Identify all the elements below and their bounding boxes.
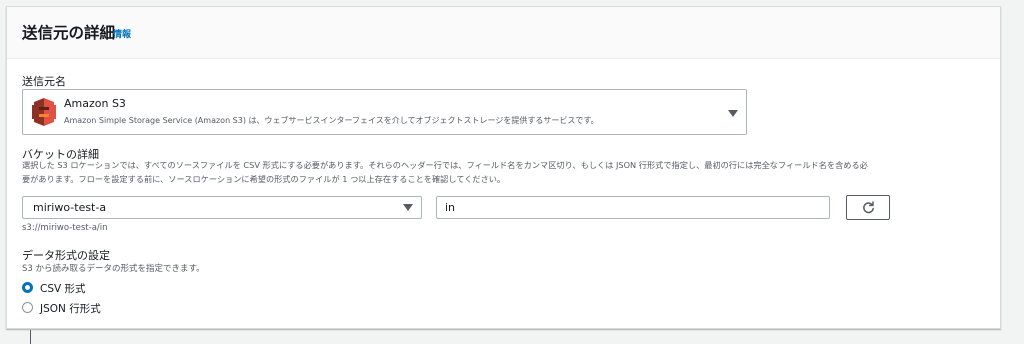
caret-down-icon [403, 204, 413, 211]
refresh-icon [863, 201, 874, 214]
panel-header: 送信元の詳細 情報 [7, 7, 1000, 59]
source-details-panel: 送信元の詳細 情報 送信元名 Amazon S3 Amazon Simple S… [6, 6, 1001, 329]
radio-checked-icon[interactable] [22, 282, 33, 293]
source-name-select[interactable]: Amazon S3 Amazon Simple Storage Service … [22, 89, 747, 135]
refresh-button[interactable] [846, 195, 890, 220]
bucket-select[interactable]: miriwo-test-a [22, 196, 422, 219]
data-format-description: S3 から読み取るデータの形式を指定できます。 [22, 264, 205, 274]
source-name-value: Amazon S3 [64, 97, 126, 110]
caret-down-icon [728, 110, 738, 117]
bucket-description-line-1: 選択した S3 ロケーションでは、すべてのソースファイルを CSV 形式にする必… [22, 160, 868, 170]
bucket-select-value: miriwo-test-a [33, 201, 107, 214]
data-format-label: データ形式の設定 [22, 249, 110, 262]
radio-csv-label: CSV 形式 [40, 283, 86, 295]
radio-json-label: JSON 行形式 [40, 303, 101, 315]
panel-title: 送信元の詳細 [22, 24, 116, 42]
radio-unchecked-icon[interactable] [22, 302, 33, 313]
info-link[interactable]: 情報 [113, 27, 131, 40]
amazon-s3-icon [32, 98, 56, 126]
source-name-description: Amazon Simple Storage Service (Amazon S3… [64, 116, 599, 125]
bucket-details-description: 選択した S3 ロケーションでは、すべてのソースファイルを CSV 形式にする必… [22, 158, 992, 186]
source-name-label: 送信元名 [22, 75, 66, 88]
bucket-description-line-2: 要があります。フローを設定する前に、ソースロケーションに希望の形式のファイルが … [22, 174, 506, 184]
connector-line [30, 330, 31, 344]
bucket-path-hint: s3://miriwo-test-a/in [22, 223, 108, 233]
bucket-prefix-input[interactable] [436, 196, 830, 219]
